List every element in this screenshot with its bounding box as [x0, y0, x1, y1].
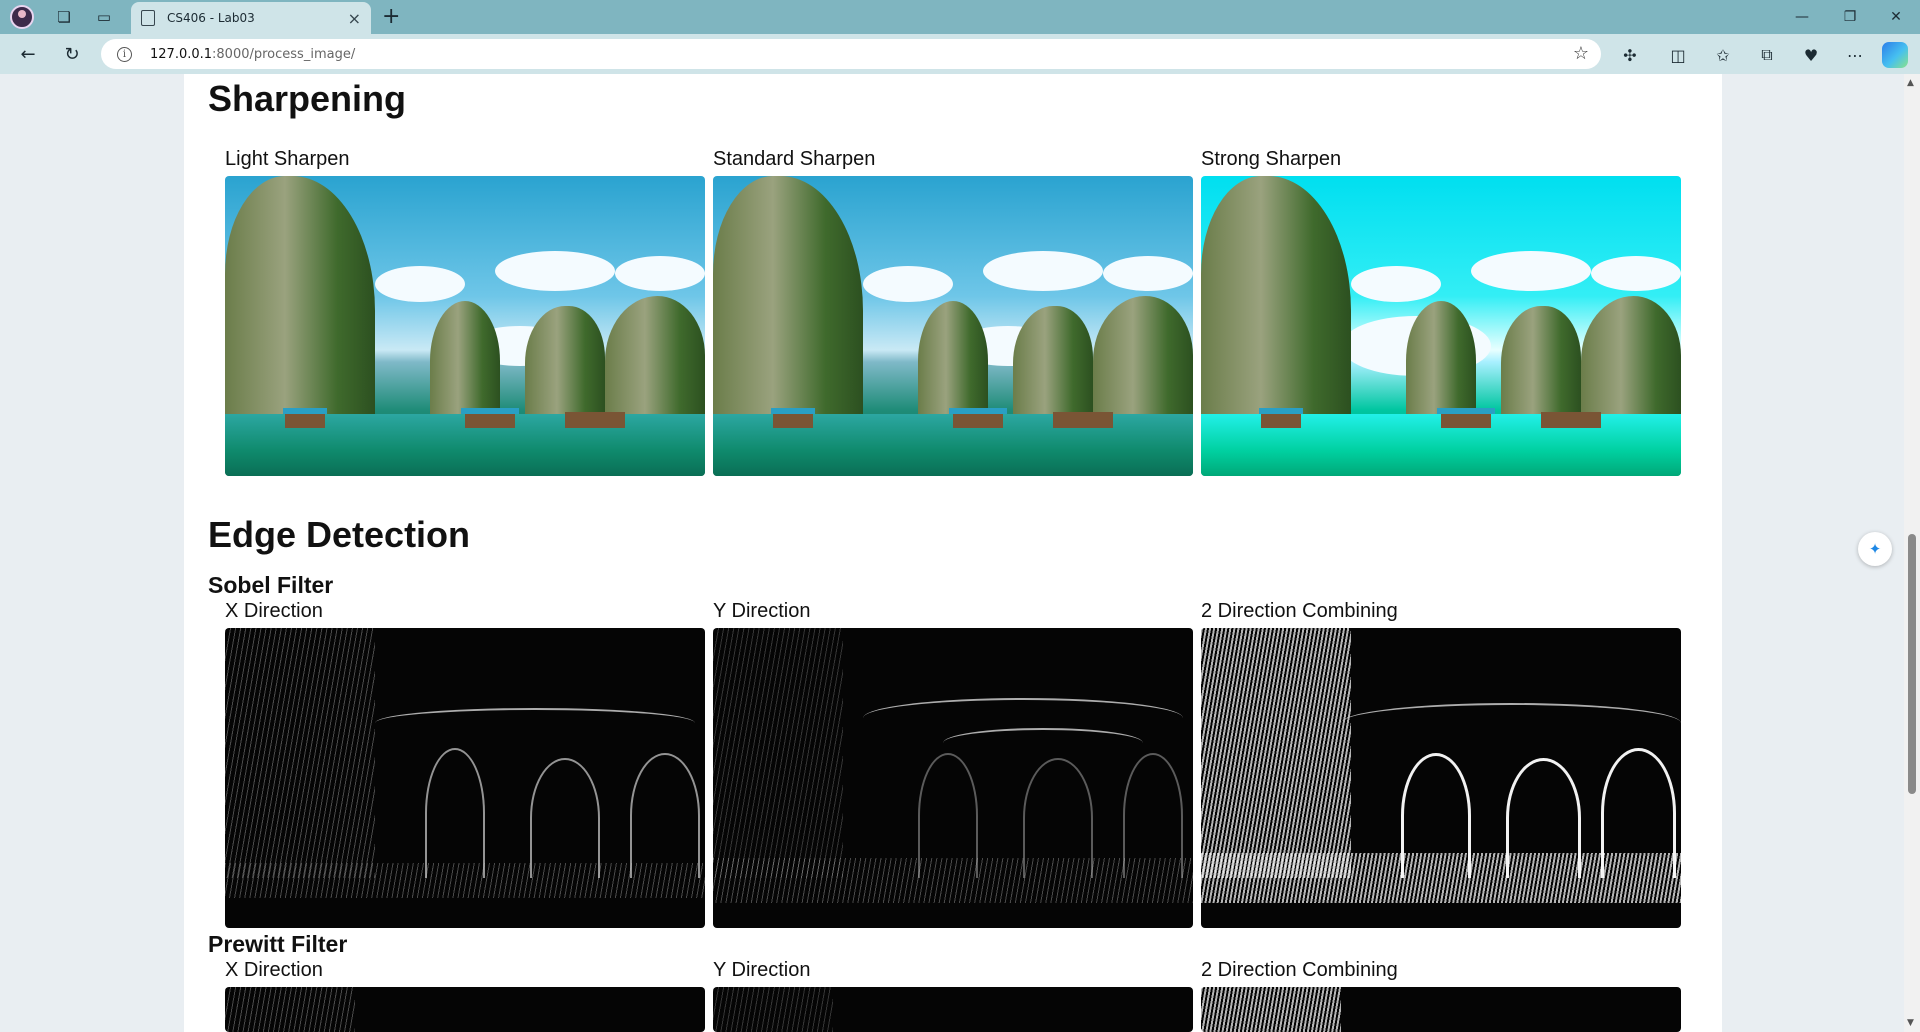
- image-sobel-y: [713, 628, 1193, 928]
- url-path: :8000/process_image/: [212, 46, 356, 62]
- restore-button[interactable]: ❐: [1828, 0, 1872, 34]
- page-viewport: Sharpening Light Sharpen Standard Sharpe…: [0, 74, 1920, 1032]
- star-icon[interactable]: ☆: [1573, 43, 1589, 64]
- split-screen-icon[interactable]: ◫: [1665, 42, 1691, 68]
- caption-strong-sharpen: Strong Sharpen: [1201, 148, 1342, 170]
- profile-avatar[interactable]: [10, 5, 34, 29]
- tab-close-icon[interactable]: ×: [348, 9, 361, 28]
- tab-actions-icon[interactable]: ▭: [92, 5, 116, 29]
- image-light-sharpen: [225, 176, 705, 476]
- image-prewitt-x: [225, 987, 705, 1032]
- new-tab-button[interactable]: +: [382, 4, 400, 29]
- site-info-icon[interactable]: i: [117, 46, 132, 62]
- favorites-icon[interactable]: ✩: [1710, 42, 1736, 68]
- extensions-icon[interactable]: ✣: [1617, 42, 1643, 68]
- scroll-up-arrow-icon[interactable]: ▲: [1907, 78, 1914, 88]
- image-standard-sharpen: [713, 176, 1193, 476]
- caption-light-sharpen: Light Sharpen: [225, 148, 350, 170]
- page-content: Sharpening Light Sharpen Standard Sharpe…: [184, 74, 1722, 1032]
- vertical-scrollbar[interactable]: ▲ ▼: [1904, 74, 1920, 1032]
- tab-active[interactable]: CS406 - Lab03 ×: [131, 2, 371, 34]
- workspaces-icon[interactable]: ❏: [52, 5, 76, 29]
- performance-icon[interactable]: ♥: [1798, 42, 1824, 68]
- image-sobel-combined: [1201, 628, 1681, 928]
- browser-toolbar: ← ↻ i 127.0.0.1:8000/process_image/ ☆ ✣ …: [0, 34, 1920, 74]
- caption-prewitt-y: Y Direction: [713, 959, 811, 981]
- subtitle-sobel-filter: Sobel Filter: [208, 572, 334, 598]
- caption-standard-sharpen: Standard Sharpen: [713, 148, 876, 170]
- sidebar-assistant-icon[interactable]: ✦: [1858, 532, 1892, 566]
- back-arrow-icon[interactable]: ←: [14, 40, 42, 68]
- scroll-down-arrow-icon[interactable]: ▼: [1907, 1018, 1914, 1028]
- caption-sobel-combined: 2 Direction Combining: [1201, 600, 1398, 622]
- close-window-button[interactable]: ✕: [1874, 0, 1918, 34]
- tab-title: CS406 - Lab03: [167, 11, 255, 25]
- scrollbar-thumb[interactable]: [1908, 534, 1916, 794]
- section-title-edge-detection: Edge Detection: [208, 514, 471, 555]
- url-host: 127.0.0.1: [150, 46, 213, 62]
- minimize-button[interactable]: —: [1780, 0, 1824, 34]
- page-icon: [141, 10, 155, 26]
- copilot-icon[interactable]: [1882, 42, 1908, 68]
- caption-prewitt-x: X Direction: [225, 959, 323, 981]
- subtitle-prewitt-filter: Prewitt Filter: [208, 931, 348, 957]
- collections-icon[interactable]: ⧉: [1754, 42, 1780, 68]
- image-prewitt-combined: [1201, 987, 1681, 1032]
- image-sobel-x: [225, 628, 705, 928]
- caption-sobel-y: Y Direction: [713, 600, 811, 622]
- address-bar[interactable]: i 127.0.0.1:8000/process_image/ ☆: [101, 39, 1601, 69]
- more-icon[interactable]: ⋯: [1842, 42, 1868, 68]
- section-title-sharpening: Sharpening: [208, 78, 407, 119]
- image-strong-sharpen: [1201, 176, 1681, 476]
- caption-prewitt-combined: 2 Direction Combining: [1201, 959, 1398, 981]
- image-prewitt-y: [713, 987, 1193, 1032]
- caption-sobel-x: X Direction: [225, 600, 323, 622]
- refresh-icon[interactable]: ↻: [58, 40, 86, 68]
